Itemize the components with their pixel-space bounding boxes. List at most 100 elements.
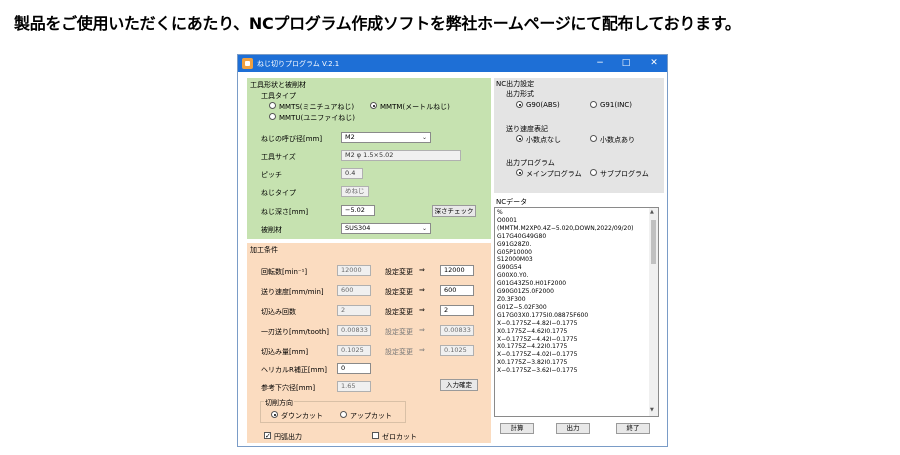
chevron-down-icon: ⌄	[421, 134, 427, 141]
ref-hole-field: 1.65	[337, 381, 371, 392]
tool-type-option-mmtu: MMTU(ユニファイねじ)	[279, 114, 355, 122]
nc-data-line: X−0.1775Z−4.02I−0.1775	[497, 351, 578, 359]
nc-data-line: X−0.1775Z−4.42I−0.1775	[497, 335, 578, 343]
nominal-diameter-value: M2	[345, 133, 355, 141]
nc-data-textarea[interactable]: % O0001 (MMTM.M2XP0.4Z−5.020,DOWN,2022/09/…	[494, 207, 659, 417]
scroll-up-icon[interactable]: ▲	[650, 209, 654, 215]
calculate-button[interactable]: 計算	[500, 423, 534, 434]
ref-hole-label: 参考下穴径[mm]	[261, 384, 316, 392]
cutting-direction-label: 切削方向	[264, 398, 294, 408]
main-program-option: メインプログラム	[526, 170, 582, 178]
output-format-label: 出力形式	[506, 90, 534, 98]
nc-data-line: O0001	[497, 216, 517, 224]
arc-output-label: 円弧出力	[274, 433, 302, 441]
depth-check-button[interactable]: 深さチェック	[432, 205, 476, 217]
nc-data-line: S12000M03	[497, 256, 533, 264]
nc-data-line: %	[497, 209, 503, 216]
title-bar[interactable]: ねじ切りプログラム V.2.1 − □ ✕	[238, 55, 667, 72]
setting-change-label: 設定変更	[385, 348, 413, 356]
cutting-conditions-panel: 加工条件 回転数[min⁻¹] 12000 設定変更 ⇒ 12000 送り速度[…	[247, 243, 491, 443]
nc-data-line: G17G03X0.1775I0.08875F600	[497, 311, 589, 319]
arc-output-checkbox[interactable]: ✓	[264, 432, 271, 440]
up-cut-option: アップカット	[350, 412, 392, 420]
feed-no-decimal-option: 小数点なし	[526, 136, 561, 144]
tool-type-radio-mmts[interactable]	[269, 102, 276, 109]
arrow-right-icon: ⇒	[419, 266, 425, 274]
spindle-speed-label: 回転数[min⁻¹]	[261, 268, 308, 276]
zero-cut-checkbox[interactable]	[372, 432, 379, 439]
tool-type-option-mmts: MMTS(ミニチュアねじ)	[279, 103, 355, 111]
nc-settings-panel: NC出力設定 出力形式 G90(ABS) G91(INC) 送り速度表記 小数点…	[494, 78, 664, 193]
spindle-speed-input[interactable]: 12000	[440, 265, 474, 276]
feed-per-tooth-field: 0.00833	[440, 325, 474, 336]
output-program-label: 出力プログラム	[506, 159, 555, 167]
cutting-conditions-title: 加工条件	[250, 246, 278, 254]
setting-change-label: 設定変更	[385, 308, 413, 316]
nc-data-line: X0.1775Z−3.82I0.1775	[497, 359, 568, 367]
setting-change-label: 設定変更	[385, 268, 413, 276]
nc-data-title: NCデータ	[496, 198, 528, 206]
nominal-diameter-label: ねじの呼び径[mm]	[261, 135, 323, 143]
pitch-field: 0.4	[341, 168, 363, 179]
nc-data-line: G05P10000	[497, 248, 532, 256]
sub-program-option: サブプログラム	[600, 170, 649, 178]
arrow-right-icon: ⇒	[419, 306, 425, 314]
cut-depth-field: 0.1025	[440, 345, 474, 356]
pitch-label: ピッチ	[261, 171, 282, 179]
depth-passes-default: 2	[337, 305, 371, 316]
nc-data-panel: NCデータ % O0001 (MMTM.M2XP0.4Z−5.020,DOWN,20…	[494, 197, 664, 443]
nc-data-line: (MMTM.M2XP0.4Z−5.020,DOWN,2022/09/20)	[497, 224, 634, 232]
nc-data-line: Z0.3F300	[497, 295, 526, 303]
format-g91-radio[interactable]	[590, 101, 597, 108]
scroll-thumb[interactable]	[651, 220, 656, 264]
main-program-radio[interactable]	[516, 169, 523, 176]
nc-data-line: G00X0.Y0.	[497, 272, 529, 280]
setting-change-label: 設定変更	[385, 328, 413, 336]
format-g90-radio[interactable]	[516, 101, 523, 108]
nc-data-line: G01Z−5.02F300	[497, 303, 547, 311]
cut-depth-default: 0.1025	[337, 345, 371, 356]
feed-decimal-option: 小数点あり	[600, 136, 635, 144]
confirm-input-button[interactable]: 入力確定	[440, 379, 478, 391]
app-icon	[242, 58, 253, 69]
tool-type-radio-mmtm[interactable]	[370, 102, 377, 109]
depth-passes-label: 切込み回数	[261, 308, 296, 316]
maximize-button[interactable]: □	[616, 57, 636, 70]
nc-data-line: X−0.1775Z−3.62I−0.1775	[497, 367, 578, 375]
format-g91-option: G91(INC)	[600, 101, 632, 109]
nc-settings-title: NC出力設定	[496, 80, 535, 88]
cut-depth-label: 切込み量[mm]	[261, 348, 309, 356]
nc-data-line: X0.1775Z−4.62I0.1775	[497, 327, 568, 335]
depth-passes-input[interactable]: 2	[440, 305, 474, 316]
helical-comp-label: ヘリカルR補正[mm]	[261, 366, 327, 374]
thread-type-label: ねじタイプ	[261, 189, 296, 197]
helical-comp-input[interactable]: 0	[337, 363, 371, 374]
minimize-button[interactable]: −	[590, 57, 610, 70]
setting-change-label: 設定変更	[385, 288, 413, 296]
nc-data-line: X−0.1775Z−4.82I−0.1775	[497, 319, 578, 327]
nominal-diameter-select[interactable]: M2 ⌄	[341, 132, 431, 143]
feed-notation-label: 送り速度表記	[506, 125, 548, 133]
up-cut-radio[interactable]	[340, 411, 347, 418]
material-select[interactable]: SUS304 ⌄	[341, 223, 431, 234]
tool-type-radio-mmtu[interactable]	[269, 113, 276, 120]
tool-shape-title: 工具形状と被削材	[250, 81, 306, 89]
exit-button[interactable]: 終了	[616, 423, 650, 434]
output-button[interactable]: 出力	[556, 423, 590, 434]
thread-depth-input[interactable]: −5.02	[341, 205, 375, 216]
close-button[interactable]: ✕	[644, 57, 664, 70]
nc-data-scrollbar[interactable]: ▲ ▼	[649, 208, 658, 416]
nc-data-lines: % O0001 (MMTM.M2XP0.4Z−5.020,DOWN,2022/09/…	[497, 209, 634, 375]
sub-program-radio[interactable]	[590, 169, 597, 176]
feed-no-decimal-radio[interactable]	[516, 135, 523, 142]
down-cut-radio[interactable]	[271, 411, 278, 418]
feed-decimal-radio[interactable]	[590, 135, 597, 142]
material-value: SUS304	[345, 224, 371, 232]
nc-data-line: G91G28Z0.	[497, 240, 532, 248]
feed-rate-input[interactable]: 600	[440, 285, 474, 296]
scroll-down-icon[interactable]: ▼	[650, 407, 654, 413]
down-cut-option: ダウンカット	[281, 412, 323, 420]
thread-depth-label: ねじ深さ[mm]	[261, 208, 309, 216]
tool-size-field: M2 φ 1.5×5.02	[341, 150, 461, 161]
material-label: 被削材	[261, 226, 282, 234]
